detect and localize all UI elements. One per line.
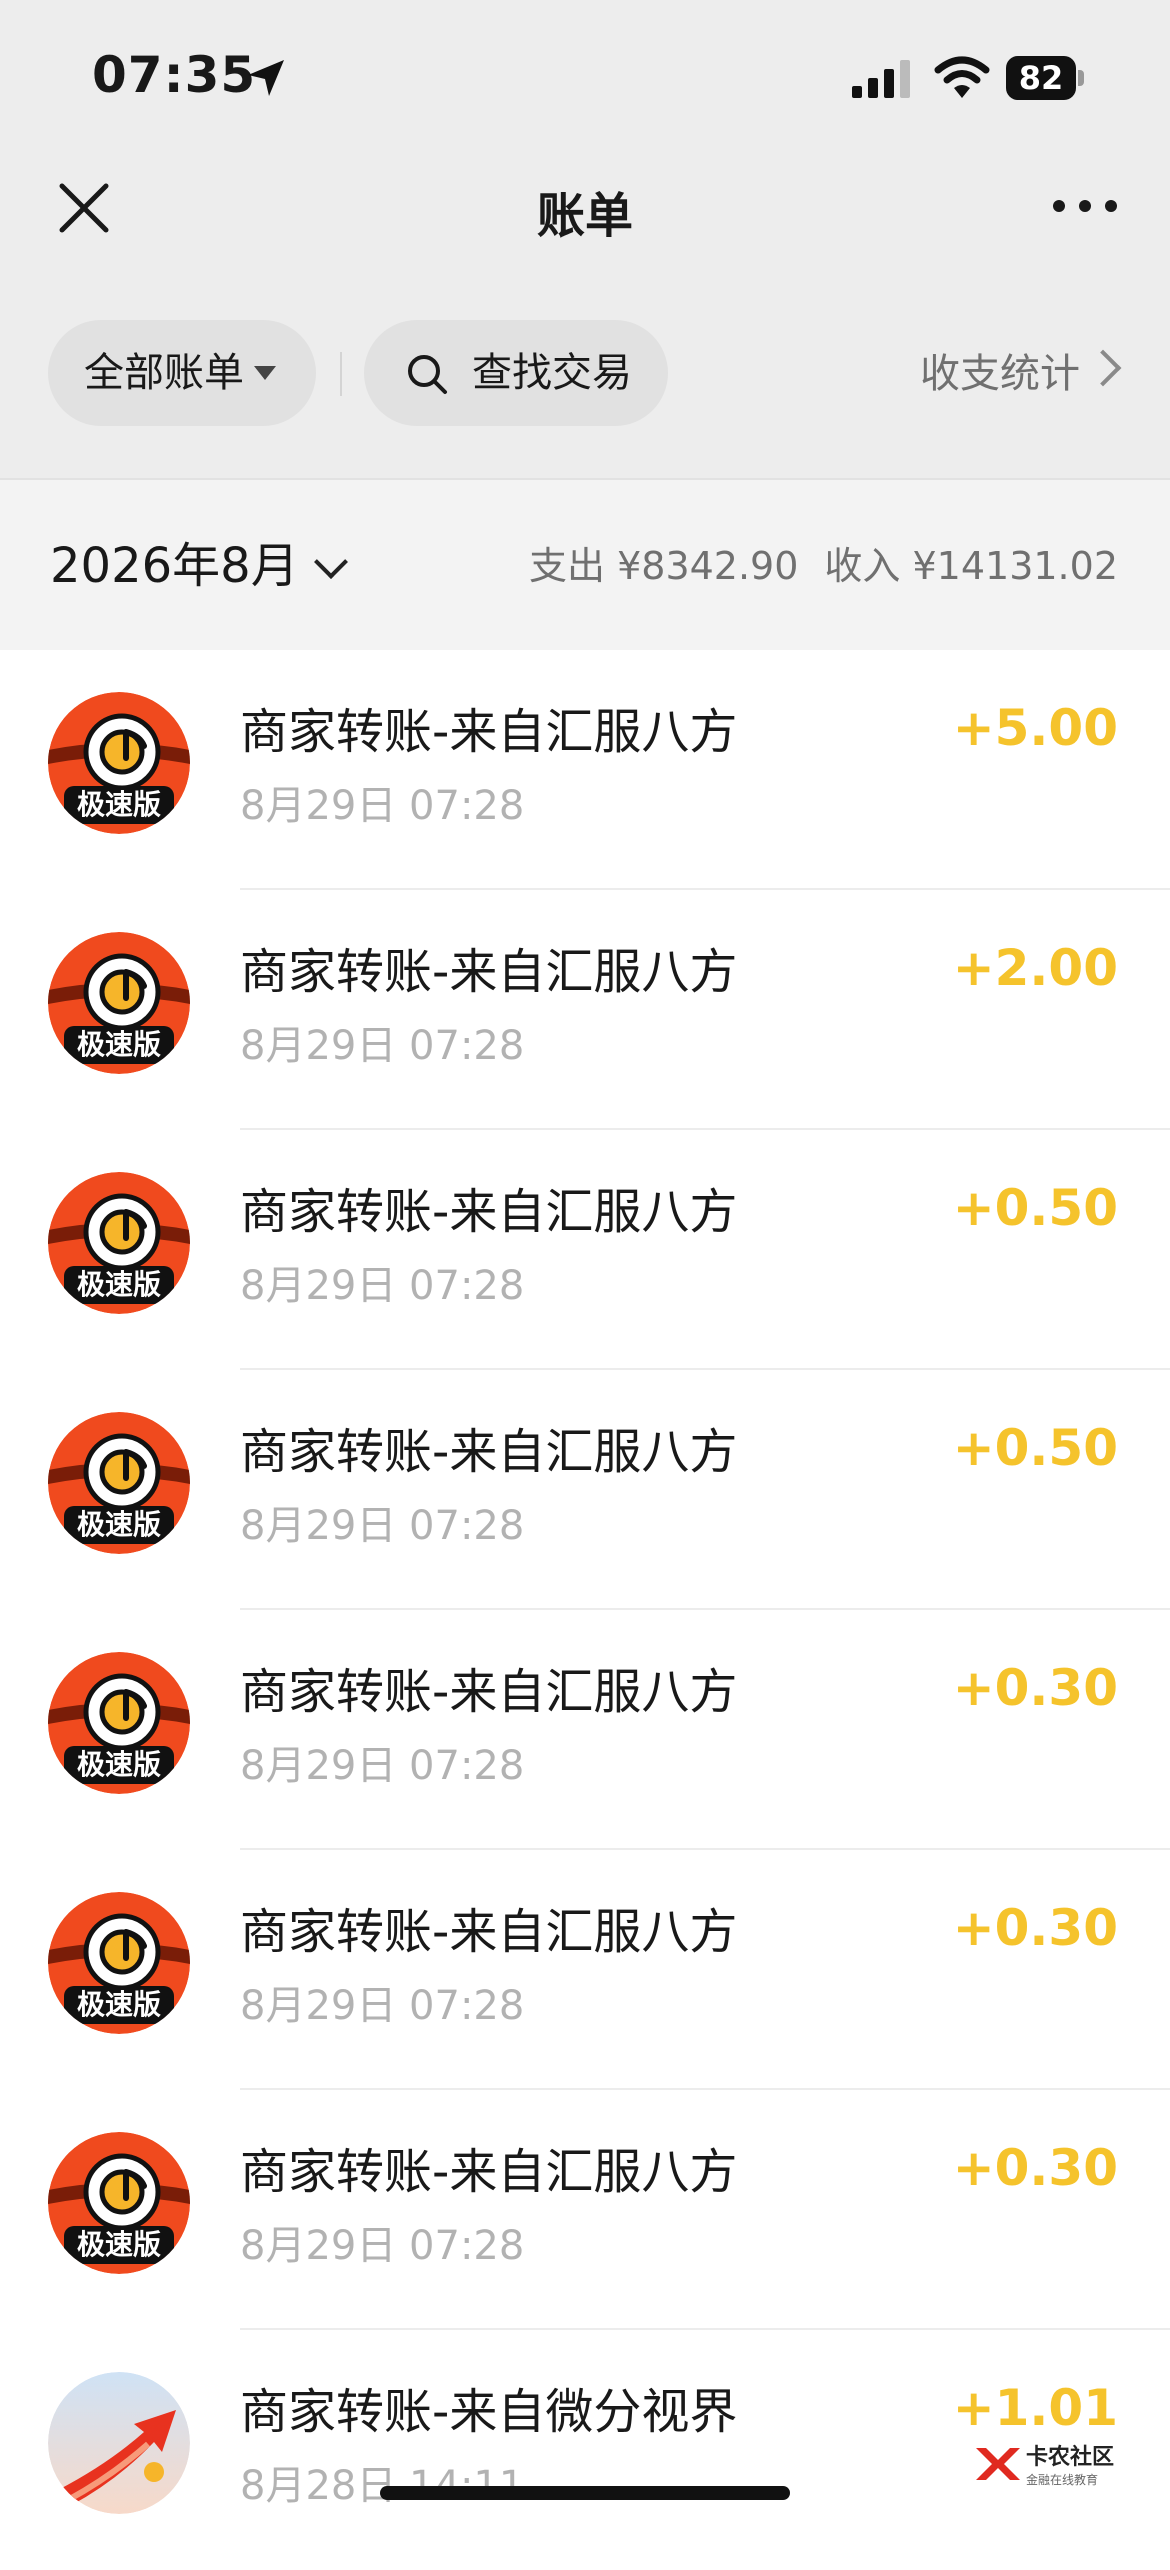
music-app-logo-icon: 极速版	[48, 1412, 190, 1554]
more-icon[interactable]	[1050, 186, 1120, 226]
transaction-row[interactable]: 极速版 商家转账-来自汇服八方 8月29日 07:28 +5.00	[0, 650, 1170, 890]
dropdown-triangle-icon	[254, 366, 276, 380]
transaction-row[interactable]: 极速版 商家转账-来自汇服八方 8月29日 07:28 +2.00	[0, 890, 1170, 1130]
watermark-name: 卡农社区	[1026, 2444, 1114, 2470]
transaction-date: 8月29日 07:28	[240, 1503, 525, 1549]
battery-level: 82	[1006, 56, 1076, 100]
transaction-date: 8月29日 07:28	[240, 783, 525, 829]
transaction-title: 商家转账-来自汇服八方	[240, 1664, 738, 1720]
transaction-title: 商家转账-来自汇服八方	[240, 2144, 738, 2200]
transaction-row[interactable]: 极速版 商家转账-来自汇服八方 8月29日 07:28 +0.50	[0, 1370, 1170, 1610]
merchant-avatar: 极速版	[48, 932, 190, 1074]
music-app-logo-icon: 极速版	[48, 2132, 190, 2274]
transaction-date: 8月29日 07:28	[240, 2223, 525, 2269]
transaction-list: 极速版 商家转账-来自汇服八方 8月29日 07:28 +5.00 极速版 商家…	[0, 650, 1170, 2570]
transaction-row[interactable]: 极速版 商家转账-来自汇服八方 8月29日 07:28 +0.30	[0, 2090, 1170, 2330]
avatar-badge-text: 极速版	[77, 2228, 161, 2261]
merchant-avatar: 极速版	[48, 1652, 190, 1794]
transaction-title: 商家转账-来自汇服八方	[240, 1184, 738, 1240]
transaction-amount: +0.30	[952, 1659, 1118, 1717]
watermark-tagline: 金融在线教育	[1026, 2472, 1098, 2487]
music-app-logo-icon: 极速版	[48, 1172, 190, 1314]
avatar-badge-text: 极速版	[77, 1988, 161, 2021]
month-summary-bar: 2026年8月 支出 ¥8342.90 收入 ¥14131.02	[0, 478, 1170, 650]
avatar-badge-text: 极速版	[77, 1508, 161, 1541]
transaction-row[interactable]: 极速版 商家转账-来自汇服八方 8月29日 07:28 +0.30	[0, 1610, 1170, 1850]
status-time: 07:35	[92, 46, 257, 104]
transaction-date: 8月29日 07:28	[240, 1743, 525, 1789]
merchant-avatar: 极速版	[48, 1892, 190, 2034]
chevron-right-icon	[1084, 349, 1122, 387]
status-bar: 07:35 82	[0, 0, 1170, 150]
transaction-amount: +5.00	[952, 699, 1118, 757]
transaction-title: 商家转账-来自汇服八方	[240, 1904, 738, 1960]
avatar-badge-text: 极速版	[77, 1028, 161, 1061]
merchant-avatar: 极速版	[48, 692, 190, 834]
transaction-amount: +0.50	[952, 1419, 1118, 1477]
wifi-icon	[934, 56, 990, 98]
expense-total: 支出 ¥8342.90	[529, 544, 799, 588]
all-bills-filter-button[interactable]: 全部账单	[48, 320, 316, 426]
search-label: 查找交易	[472, 350, 632, 396]
avatar-badge-text: 极速版	[77, 788, 161, 821]
transaction-amount: +2.00	[952, 939, 1118, 997]
search-transactions-button[interactable]: 查找交易	[364, 320, 668, 426]
merchant-avatar	[48, 2372, 190, 2514]
signal-icon	[852, 60, 910, 98]
transaction-date: 8月29日 07:28	[240, 1983, 525, 2029]
transaction-date: 8月29日 07:28	[240, 1263, 525, 1309]
chevron-down-icon	[313, 545, 348, 579]
transaction-title: 商家转账-来自汇服八方	[240, 944, 738, 1000]
stats-label: 收支统计	[920, 351, 1080, 397]
all-bills-label: 全部账单	[84, 350, 244, 396]
transaction-amount: +0.50	[952, 1179, 1118, 1237]
filter-divider	[340, 352, 342, 396]
avatar-badge-text: 极速版	[77, 1748, 161, 1781]
transaction-row[interactable]: 极速版 商家转账-来自汇服八方 8月29日 07:28 +0.50	[0, 1130, 1170, 1370]
location-arrow-icon	[248, 60, 284, 96]
music-app-logo-icon: 极速版	[48, 932, 190, 1074]
transaction-amount: +0.30	[952, 1899, 1118, 1957]
transaction-title: 商家转账-来自汇服八方	[240, 1424, 738, 1480]
battery-icon: 82	[1006, 56, 1086, 100]
music-app-logo-icon: 极速版	[48, 1892, 190, 2034]
income-total: 收入 ¥14131.02	[824, 544, 1118, 588]
merchant-avatar: 极速版	[48, 1172, 190, 1314]
month-label: 2026年8月	[50, 538, 299, 594]
transaction-amount: +1.01	[952, 2379, 1118, 2437]
avatar-badge-text: 极速版	[77, 1268, 161, 1301]
month-totals: 支出 ¥8342.90 收入 ¥14131.02	[503, 538, 1118, 594]
month-selector[interactable]: 2026年8月	[50, 534, 348, 598]
music-app-logo-icon: 极速版	[48, 1652, 190, 1794]
transaction-amount: +0.30	[952, 2139, 1118, 2197]
music-app-logo-icon: 极速版	[48, 692, 190, 834]
income-expense-stats-link[interactable]: 收支统计	[920, 346, 1122, 402]
watermark-logo: 卡农社区 金融在线教育	[976, 2444, 1114, 2487]
merchant-avatar: 极速版	[48, 2132, 190, 2274]
battery-tip	[1078, 70, 1084, 86]
transaction-title: 商家转账-来自微分视界	[240, 2384, 738, 2440]
transaction-row[interactable]: 极速版 商家转账-来自汇服八方 8月29日 07:28 +0.30	[0, 1850, 1170, 2090]
transaction-date: 8月29日 07:28	[240, 1023, 525, 1069]
transaction-title: 商家转账-来自汇服八方	[240, 704, 738, 760]
home-indicator[interactable]	[380, 2486, 790, 2500]
page-title: 账单	[536, 188, 633, 244]
red-arrow-logo-icon	[48, 2372, 190, 2514]
search-icon	[408, 355, 447, 394]
merchant-avatar: 极速版	[48, 1412, 190, 1554]
